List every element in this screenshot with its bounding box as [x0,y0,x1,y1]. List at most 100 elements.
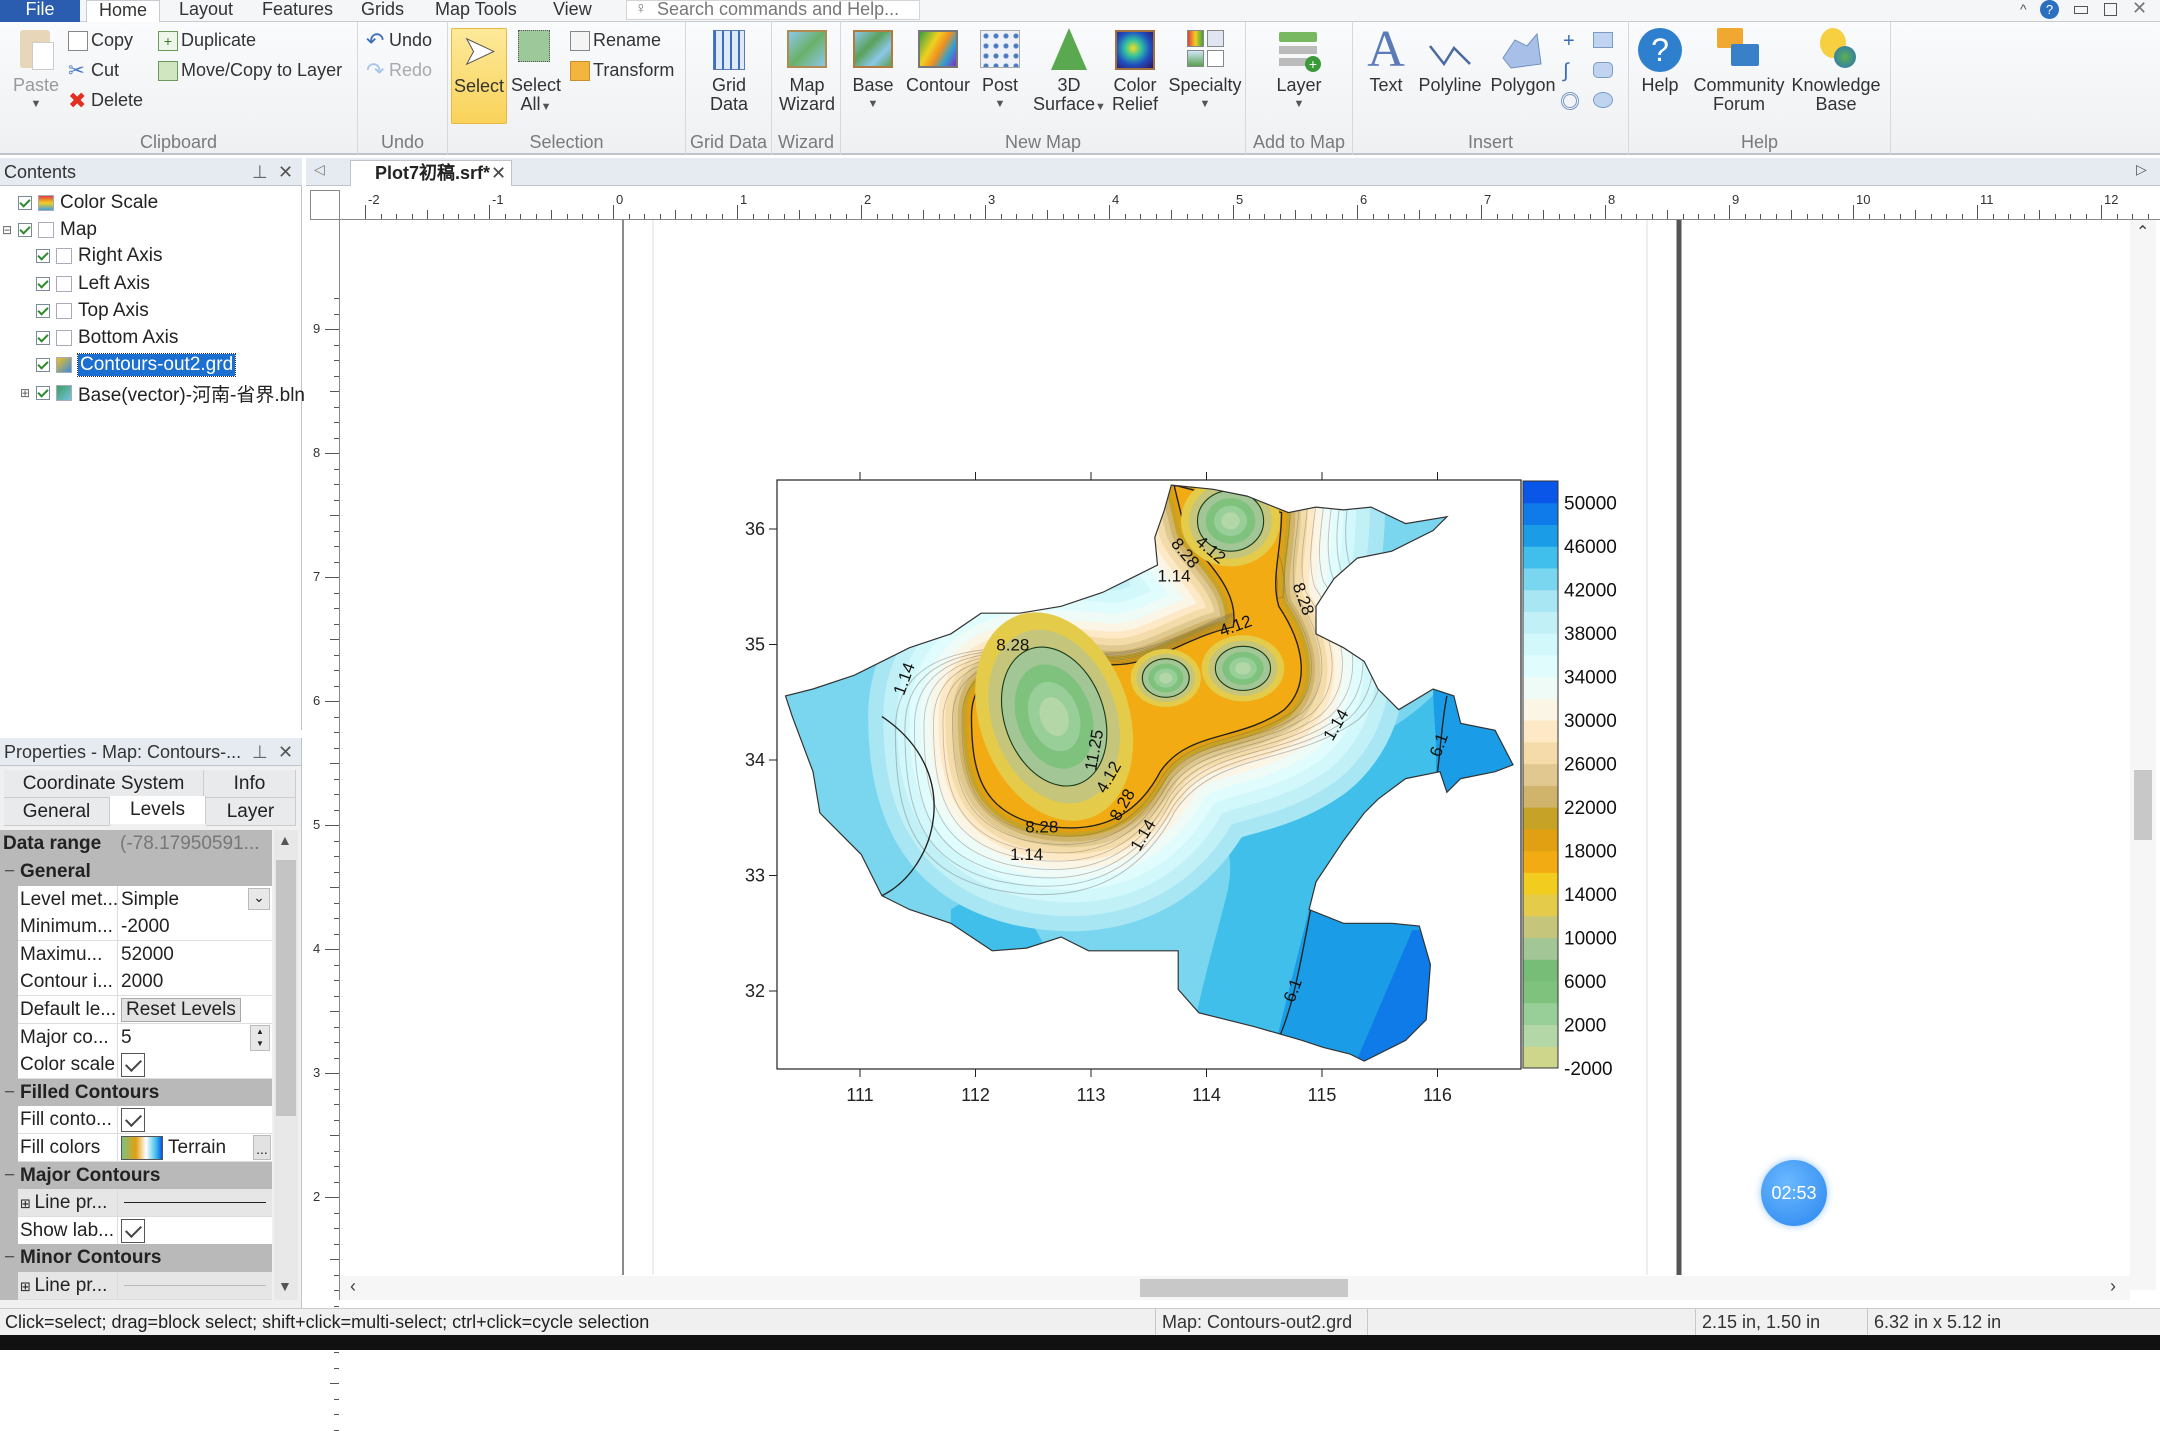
help-button[interactable]: ? Help [1635,28,1685,95]
scroll-up-icon[interactable]: ⌃ [2136,222,2149,242]
ellipse-ring-icon[interactable] [1561,92,1579,110]
insert-polygon-button[interactable]: Polygon [1487,28,1559,95]
property-value[interactable]: Reset Levels [118,996,272,1024]
tree-item[interactable]: Right Axis [36,244,162,268]
visibility-checkbox[interactable] [36,277,50,291]
tree-item[interactable]: ⊟ Map [2,218,97,242]
property-value[interactable]: Simple ⌄ [118,885,272,914]
dropdown-chevron-icon[interactable]: ⌄ [248,887,270,910]
insert-text-button[interactable]: A Text [1359,24,1413,95]
scrollbar-thumb[interactable] [2134,770,2152,840]
vertical-scrollbar[interactable]: ⌃ ⌄ [2130,220,2156,1329]
property-scrollbar[interactable]: ▲ ▼ [274,830,298,1300]
add-layer-button[interactable]: + Layer ▼ [1268,28,1330,114]
tree-item[interactable]: Top Axis [36,299,149,323]
color-relief-button[interactable]: Color Relief [1105,28,1165,114]
colormap-browse-button[interactable]: ... [253,1135,271,1160]
scroll-right-icon[interactable]: › [2110,1276,2116,1297]
delete-button[interactable]: ✖ Delete [68,89,143,111]
property-value[interactable]: Terrain... [118,1134,272,1162]
timer-badge[interactable]: 02:53 [1761,1160,1827,1226]
search-input[interactable]: ♀ Search commands and Help... [626,0,920,20]
expand-icon[interactable]: ⊞ [20,1279,35,1294]
scroll-up-icon[interactable]: ▲ [278,832,292,848]
rename-button[interactable]: Rename [570,30,661,51]
visibility-checkbox[interactable] [36,358,50,372]
visibility-checkbox[interactable] [18,196,32,210]
cut-button[interactable]: ✂ Cut [68,60,119,81]
ellipse-icon[interactable] [1593,92,1613,108]
transform-button[interactable]: Transform [570,60,674,81]
tree-item[interactable]: Contours-out2.grd [36,353,237,377]
tab-layer[interactable]: Layer [206,798,296,826]
property-value[interactable]: 52000 [118,940,272,969]
scroll-left-icon[interactable]: ‹ [350,1276,356,1297]
collapse-ribbon-icon[interactable]: ^ [2020,1,2027,17]
tab-general[interactable]: General [4,798,110,826]
redo-button[interactable]: ↷ Redo [366,59,432,81]
tab-view[interactable]: View [553,0,592,22]
scrollbar-thumb[interactable] [1140,1279,1348,1297]
property-value[interactable] [118,1272,272,1300]
knowledge-base-button[interactable]: Knowledge Base [1789,28,1883,114]
community-forum-button[interactable]: Community Forum [1693,28,1785,114]
tree-item[interactable]: Color Scale [18,191,158,215]
visibility-checkbox[interactable] [36,304,50,318]
help-icon[interactable]: ? [2040,0,2059,19]
close-tab-icon[interactable]: ✕ [491,161,506,185]
tree-item[interactable]: Bottom Axis [36,326,178,350]
spline-icon[interactable]: ∫ [1563,60,1568,83]
grid-data-button[interactable]: Grid Data [696,28,762,114]
insert-polyline-button[interactable]: Polyline [1413,28,1487,95]
tab-levels[interactable]: Levels [110,796,206,824]
tab-grids[interactable]: Grids [361,0,404,22]
map-wizard-button[interactable]: Map Wizard [776,28,838,114]
property-value[interactable]: -2000 [118,913,272,942]
specialty-button[interactable]: Specialty ▼ [1167,28,1243,114]
tree-item[interactable]: ⊞ Base(vector)-河南-省界.bln [20,381,305,406]
tab-coordinate-system[interactable]: Coordinate System [4,770,204,798]
base-map-button[interactable]: Base ▼ [847,28,899,114]
post-map-button[interactable]: Post ▼ [975,28,1025,114]
tab-layout[interactable]: Layout [179,0,233,22]
contour-map-button[interactable]: Contour [903,28,973,95]
property-value[interactable] [118,1189,272,1218]
pin-icon[interactable]: ⊥ [252,158,268,186]
visibility-checkbox[interactable] [18,223,32,237]
tab-scroll-left-icon[interactable]: ◁ [314,161,325,178]
horizontal-scrollbar[interactable]: ‹ › [340,1276,2130,1300]
select-all-button[interactable]: Select All▼ [510,28,562,117]
tab-home[interactable]: Home [86,0,161,23]
pin-icon[interactable]: ⊥ [252,738,268,766]
rectangle-icon[interactable] [1593,32,1613,48]
expand-icon[interactable]: ⊞ [20,1196,35,1211]
close-panel-icon[interactable]: ✕ [278,738,293,766]
expand-icon[interactable]: ⊞ [20,386,30,400]
reset-levels-button[interactable]: Reset Levels [121,998,241,1022]
select-button[interactable]: ➤ Select [451,28,507,124]
document-tab[interactable]: Plot7初稿.srf* ✕ [350,160,512,186]
tab-scroll-right-icon[interactable]: ▷ [2136,161,2147,178]
visibility-checkbox[interactable] [36,386,50,400]
tab-map-tools[interactable]: Map Tools [435,0,517,22]
copy-button[interactable]: Copy [68,30,133,51]
move-copy-to-layer-button[interactable]: Move/Copy to Layer [158,60,342,81]
property-value[interactable]: 2000 [118,968,272,997]
checkbox[interactable] [121,1218,145,1243]
tree-item[interactable]: Left Axis [36,272,150,296]
spinner-buttons[interactable]: ▲ ▼ [250,1024,270,1051]
checkbox[interactable] [121,1108,145,1133]
scroll-down-icon[interactable]: ▼ [278,1278,292,1294]
rounded-rectangle-icon[interactable] [1593,62,1613,78]
point-symbol-icon[interactable]: + [1563,30,1575,53]
3d-surface-button[interactable]: 3D Surface▼ [1033,28,1106,117]
minimize-icon[interactable] [2074,6,2088,14]
paste-button[interactable]: Paste ▼ [8,28,64,114]
property-value[interactable]: 5 ▲ ▼ [118,1023,272,1052]
close-panel-icon[interactable]: ✕ [278,158,293,186]
tab-features[interactable]: Features [262,0,333,22]
file-menu[interactable]: File [0,0,80,22]
tab-info[interactable]: Info [204,770,296,798]
duplicate-button[interactable]: + Duplicate [158,30,256,51]
property-value[interactable] [118,1051,272,1080]
